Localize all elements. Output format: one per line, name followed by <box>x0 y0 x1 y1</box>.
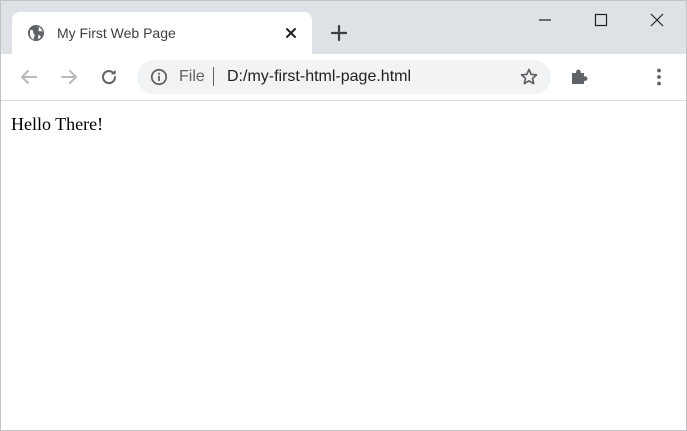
maximize-button[interactable] <box>574 1 630 41</box>
forward-button[interactable] <box>58 66 80 88</box>
plus-icon <box>330 24 348 42</box>
tab-strip: My First Web Page <box>1 1 686 54</box>
maximize-icon <box>594 13 608 27</box>
page-body-text: Hello There! <box>11 114 104 134</box>
reload-icon <box>102 69 117 85</box>
browser-menu-button[interactable] <box>648 66 670 88</box>
tab-my-first-web-page[interactable]: My First Web Page <box>12 12 312 54</box>
reload-button[interactable] <box>98 66 120 88</box>
close-icon <box>650 13 664 27</box>
star-icon[interactable] <box>519 67 539 87</box>
tab-title: My First Web Page <box>57 25 176 41</box>
browser-toolbar: File D:/my-first-html-page.html <box>1 54 686 101</box>
window-close-button[interactable] <box>630 1 686 41</box>
puzzle-icon <box>572 69 588 84</box>
url-separator <box>213 67 214 86</box>
arrow-right-icon <box>61 70 77 84</box>
tab-close-icon[interactable] <box>282 24 300 42</box>
browser-window: My First Web Page File D:/my-first-html-… <box>0 0 687 431</box>
page-content: Hello There! <box>1 101 686 430</box>
new-tab-button[interactable] <box>329 23 349 43</box>
minimize-button[interactable] <box>518 1 574 41</box>
url-scheme-label: File <box>179 68 205 85</box>
arrow-left-icon <box>21 70 37 84</box>
kebab-menu-icon <box>657 68 661 86</box>
url-text[interactable]: D:/my-first-html-page.html <box>227 68 411 86</box>
minimize-icon <box>539 19 551 21</box>
address-bar[interactable]: File D:/my-first-html-page.html <box>137 60 551 94</box>
back-button[interactable] <box>18 66 40 88</box>
extensions-button[interactable] <box>568 66 590 88</box>
globe-icon <box>27 24 45 42</box>
info-icon[interactable] <box>150 68 168 86</box>
